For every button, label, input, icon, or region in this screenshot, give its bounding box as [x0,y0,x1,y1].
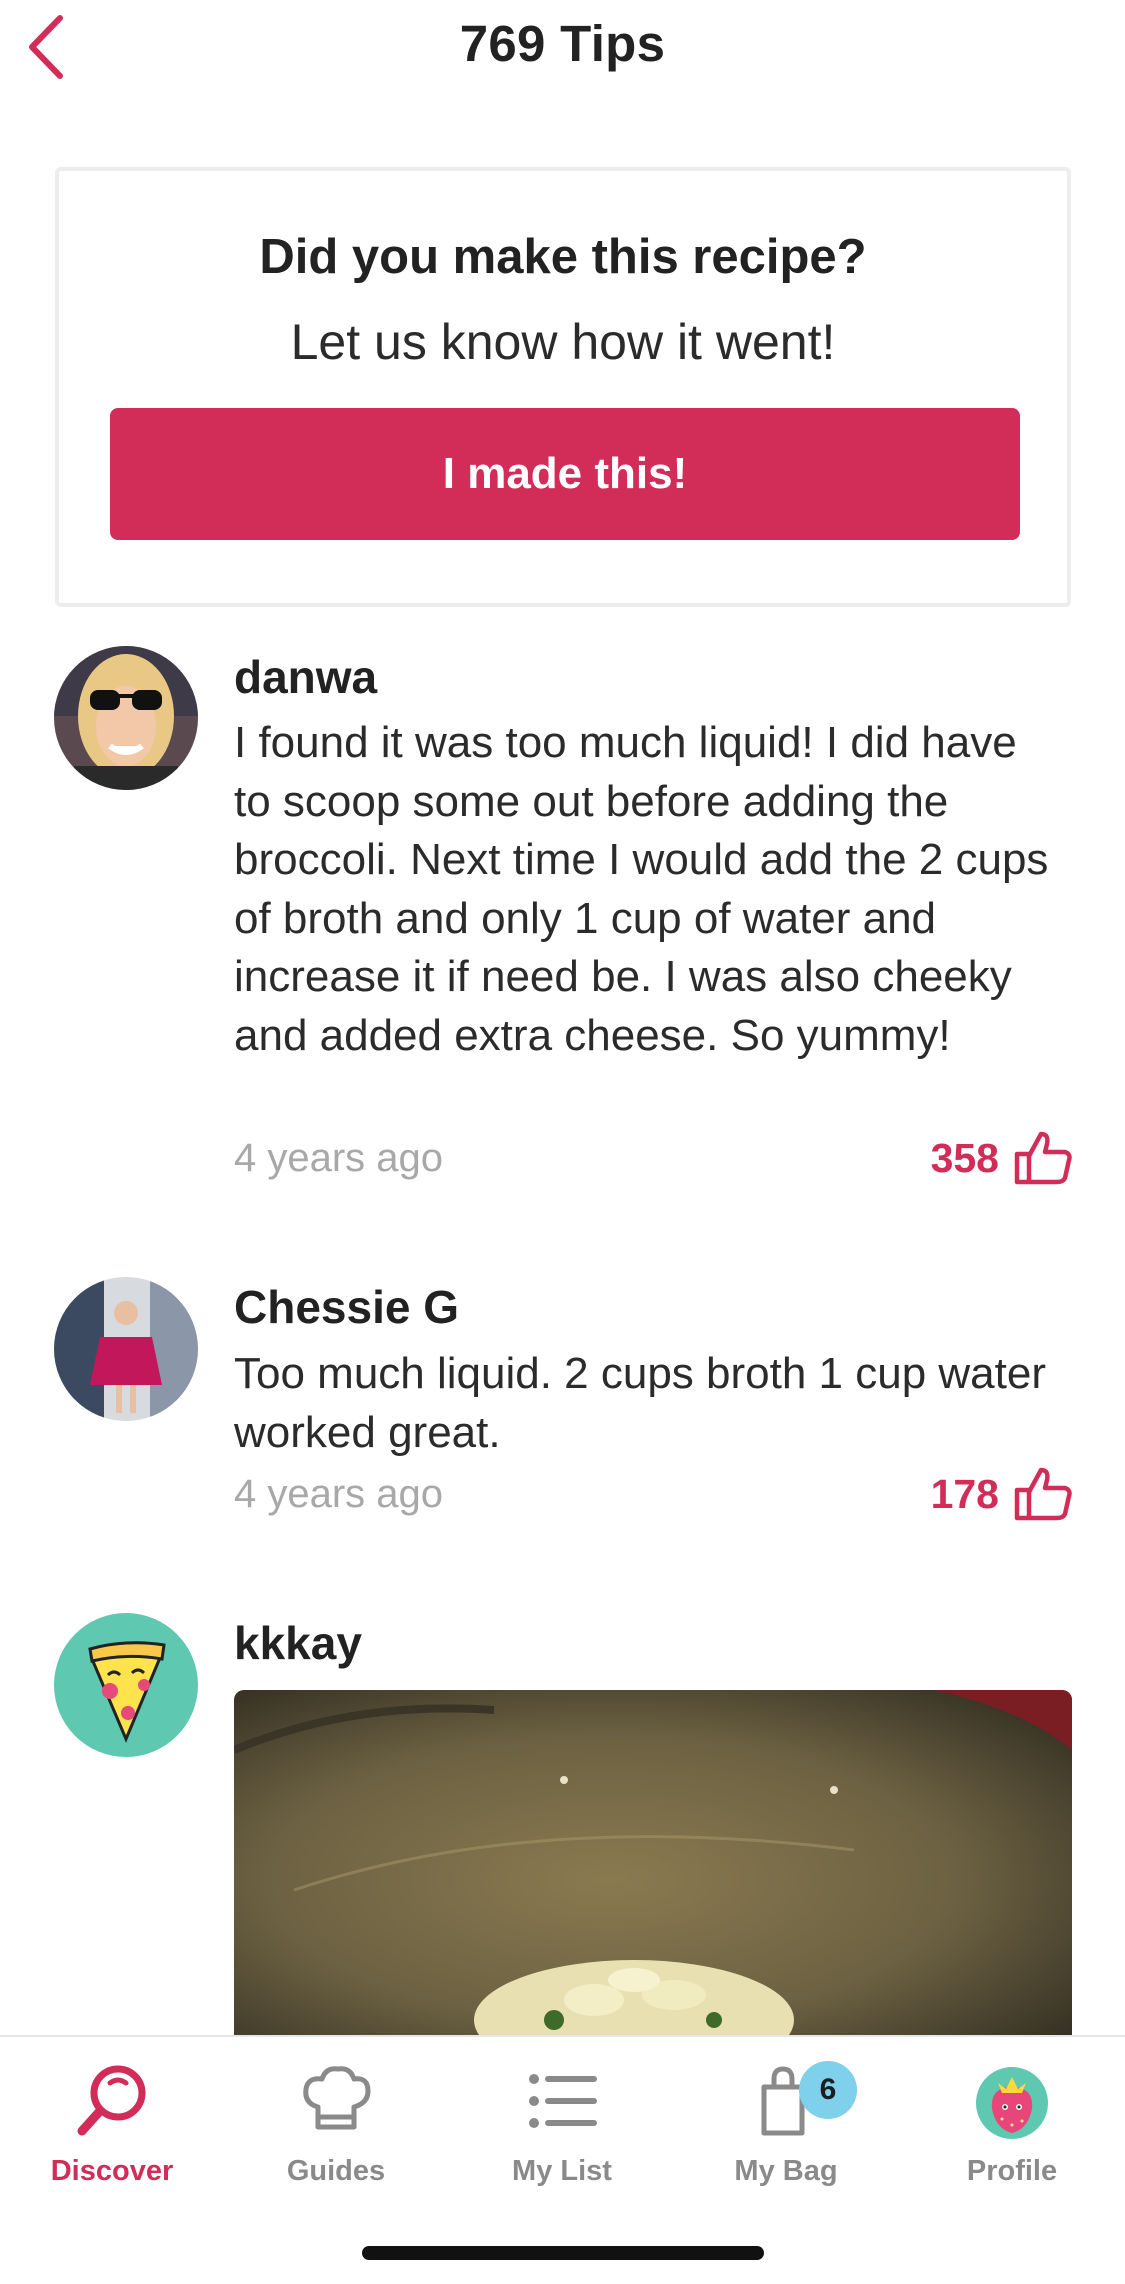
tip-photo[interactable] [234,1690,1072,2035]
page-title: 769 Tips [459,15,666,72]
tab-guides[interactable]: Guides [236,2061,436,2211]
strawberry-avatar-icon [976,2067,1048,2139]
made-it-card: Did you make this recipe? Let us know ho… [55,167,1071,607]
tab-my-bag[interactable]: 6 My Bag [686,2061,886,2211]
card-subtitle: Let us know how it went! [290,314,836,370]
like-button[interactable]: 358 [931,1130,1073,1186]
avatar[interactable] [54,1613,198,1757]
like-count: 358 [930,1134,999,1181]
i-made-this-button[interactable]: I made this! [110,408,1020,540]
tab-label: Guides [286,2155,386,2187]
like-count: 178 [930,1470,999,1517]
top-bar: 769 Tips [0,0,1125,100]
tab-label: My List [512,2155,612,2187]
tip-username[interactable]: Chessie G [234,1280,459,1334]
tab-label: Profile [966,2155,1058,2187]
tab-label: My Bag [734,2155,838,2187]
tab-profile[interactable]: Profile [912,2061,1112,2211]
tab-my-list[interactable]: My List [462,2061,662,2211]
tip-text: Too much liquid. 2 cups broth 1 cup wate… [234,1349,1047,1457]
list-icon [529,2074,597,2128]
search-icon [77,2065,146,2136]
tip-timestamp: 4 years ago [234,1136,444,1180]
home-indicator [362,2246,764,2260]
bag-count-badge: 6 [799,2061,857,2119]
thumbs-up-icon [1014,1467,1072,1521]
avatar[interactable] [54,646,198,790]
tip-username[interactable]: kkkay [234,1616,362,1670]
card-question: Did you make this recipe? [259,230,867,284]
like-button[interactable]: 178 [931,1466,1073,1522]
avatar[interactable] [54,1277,198,1421]
tip-timestamp: 4 years ago [234,1472,444,1516]
thumbs-up-icon [1014,1131,1072,1185]
tip-text: I found it was too much liquid! I did ha… [234,718,1049,1060]
chef-hat-icon [303,2066,371,2130]
tip-username[interactable]: danwa [234,650,377,704]
tab-discover[interactable]: Discover [12,2061,212,2211]
tab-label: Discover [50,2155,174,2187]
